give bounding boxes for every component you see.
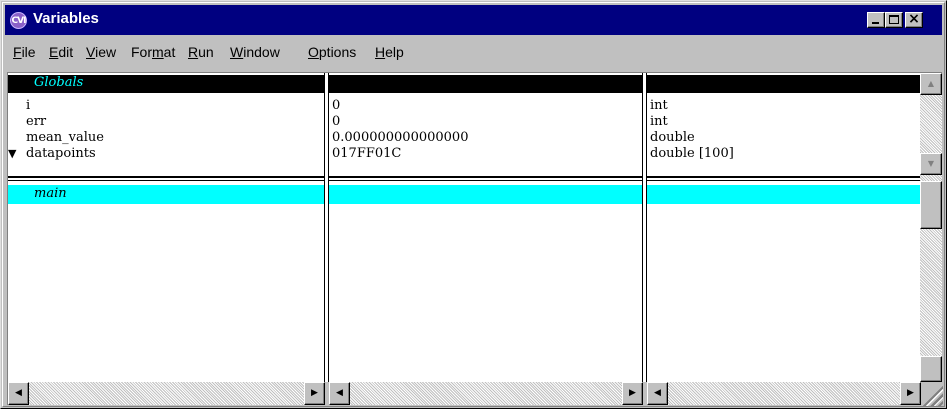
menu-options[interactable]: Options [308,44,356,60]
scroll-up-icon: ▲ [927,79,935,88]
scroll-right-icon: ▶ [907,388,914,398]
variable-value[interactable]: 0 [332,98,340,113]
menu-run[interactable]: Run [188,44,214,60]
scroll-left-button[interactable]: ◀ [647,382,668,405]
menu-help[interactable]: Help [375,44,404,60]
menu-window[interactable]: Window [230,44,280,60]
close-icon: × [908,11,920,27]
scroll-right-button[interactable]: ▶ [304,382,325,405]
globals-header[interactable]: Globals [8,75,920,93]
expand-arrow-icon[interactable]: ▼ [8,147,20,160]
scroll-thumb[interactable] [920,181,942,229]
maximize-button[interactable] [885,12,903,28]
menu-edit[interactable]: Edit [49,44,73,60]
section-divider [8,176,920,181]
scroll-left-button[interactable]: ◀ [329,382,350,405]
type-column-hscroll[interactable]: ◀ ▶ [647,382,921,405]
scroll-down-button[interactable]: ▼ [920,153,942,175]
maximize-icon [889,15,899,24]
menu-bar: File Edit View Format Run Window Options… [5,37,942,69]
scroll-right-button[interactable]: ▶ [622,382,643,405]
variable-value[interactable]: 0 [332,114,340,129]
title-bar[interactable]: CVI Variables × [5,5,942,35]
value-column-hscroll[interactable]: ◀ ▶ [329,382,643,405]
variable-value[interactable]: 0.000000000000000 [332,130,468,145]
close-button[interactable]: × [905,11,923,28]
variable-name: datapoints [26,146,96,161]
variable-row[interactable]: err 0 int [8,114,920,129]
variable-name: mean_value [26,130,104,145]
variable-type: int [650,114,668,129]
app-icon[interactable]: CVI [10,12,27,29]
main-section-header[interactable]: main [8,185,920,204]
window-title: Variables [33,10,99,27]
scroll-left-icon: ◀ [15,388,22,398]
scroll-left-button[interactable]: ◀ [8,382,29,405]
variable-row[interactable]: ▼ datapoints 017FF01C double [100] [8,146,920,161]
scroll-left-icon: ◀ [336,388,343,398]
menu-format[interactable]: Format [131,44,175,60]
globals-section-label: Globals [34,75,84,90]
scroll-down-icon: ▼ [927,159,935,168]
variable-type: double [100] [650,146,734,161]
scroll-left-icon: ◀ [654,388,661,398]
column-separator-1[interactable] [324,73,329,382]
scroll-up-button[interactable]: ▲ [920,73,942,95]
variable-row[interactable]: mean_value 0.000000000000000 double [8,130,920,145]
resize-grip-icon[interactable] [921,383,943,406]
vertical-scrollbar[interactable]: ▲ ▼ [920,73,942,382]
horizontal-scrollbars: ◀ ▶ ◀ ▶ ◀ ▶ [8,382,943,406]
scroll-bottom-thumb[interactable] [920,356,942,382]
variable-value[interactable]: 017FF01C [332,146,401,161]
minimize-icon [872,22,879,24]
column-separator-2[interactable] [642,73,647,382]
variable-type: double [650,130,695,145]
variable-name: i [26,98,31,113]
menu-file[interactable]: File [13,44,36,60]
variables-grid: Globals i 0 int err 0 int mean_value 0.0… [7,72,943,406]
variable-row[interactable]: i 0 int [8,98,920,113]
scroll-right-icon: ▶ [311,388,318,398]
variable-name: err [26,114,47,129]
scroll-right-icon: ▶ [629,388,636,398]
variable-type: int [650,98,668,113]
variables-window: CVI Variables × File Edit View Format Ru… [0,0,947,409]
minimize-button[interactable] [867,12,885,28]
main-section-label: main [34,186,67,201]
menu-view[interactable]: View [86,44,116,60]
name-column-hscroll[interactable]: ◀ ▶ [8,382,325,405]
scroll-right-button[interactable]: ▶ [900,382,921,405]
